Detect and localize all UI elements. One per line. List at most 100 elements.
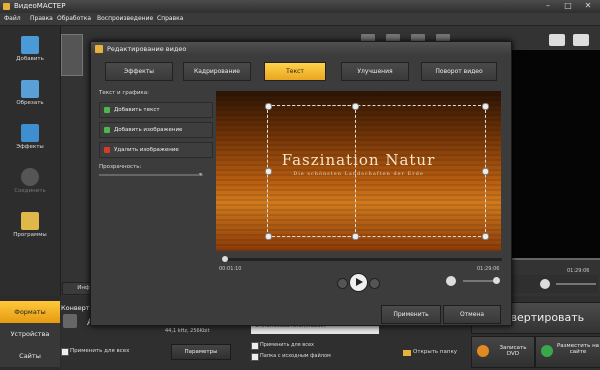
trim-button[interactable]: Обрезать <box>6 76 54 120</box>
cancel-button[interactable]: Отмена <box>443 305 501 324</box>
menu-file[interactable]: Файл <box>4 15 21 22</box>
folder-icon <box>403 350 411 356</box>
transparency-slider[interactable] <box>99 174 203 176</box>
apply-all-checkbox-2[interactable] <box>251 342 259 350</box>
camera-icon[interactable] <box>549 34 565 46</box>
parameters-button[interactable]: Параметры <box>171 344 231 360</box>
resize-handle[interactable] <box>352 103 359 110</box>
timeline-slider[interactable] <box>222 256 502 262</box>
programs-label: Программы <box>13 232 47 238</box>
transparency-label: Прозрачность: <box>99 164 142 170</box>
add-image-label: Добавить изображение <box>114 127 183 133</box>
parameters-label: Параметры <box>184 349 218 355</box>
tab-enhancements[interactable]: Улучшения <box>341 62 409 81</box>
add-image-icon <box>104 127 110 133</box>
apply-all-checkbox[interactable] <box>61 348 69 356</box>
menu-processing[interactable]: Обработка <box>57 15 91 22</box>
play-button[interactable] <box>349 273 368 292</box>
prev-frame-button[interactable] <box>337 278 348 289</box>
timeline-handle[interactable] <box>222 256 228 262</box>
menu-bar: Файл Правка Обработка Воспроизведение Сп… <box>0 13 600 26</box>
tab-effects[interactable]: Эффекты <box>105 62 173 81</box>
apply-all-label-2: Применить для всех <box>260 342 314 348</box>
nav-devices[interactable]: Устройства <box>0 323 60 345</box>
tab-effects-label: Эффекты <box>124 68 154 75</box>
remove-image-button[interactable]: Удалить изображение <box>99 142 213 158</box>
current-time: 00:01:10 <box>219 266 242 272</box>
edit-video-dialog: Редактирование видео Эффекты Кадрировани… <box>90 41 512 326</box>
burn-dvd-button[interactable]: Записать DVD <box>471 336 535 368</box>
file-thumbnail[interactable] <box>61 34 83 76</box>
video-preview[interactable]: Faszination Natur Die schönsten Landscha… <box>216 91 501 251</box>
window-title: ВидеоМАСТЕР <box>14 2 66 10</box>
effects-label: Эффекты <box>16 144 44 150</box>
remove-image-icon <box>104 147 110 153</box>
cancel-label: Отмена <box>459 311 485 318</box>
nav-formats[interactable]: Форматы <box>0 301 60 323</box>
section-label: Текст и графика: <box>99 90 149 96</box>
globe-icon <box>541 345 553 357</box>
trim-label: Обрезать <box>16 100 44 106</box>
resize-handle[interactable] <box>482 233 489 240</box>
maximize-button[interactable]: □ <box>558 1 578 11</box>
tab-crop-label: Кадрирование <box>194 68 240 75</box>
play-icon <box>356 278 363 286</box>
resize-handle[interactable] <box>265 103 272 110</box>
tab-text[interactable]: Текст <box>264 62 326 81</box>
tab-rotate[interactable]: Поворот видео <box>421 62 497 81</box>
tab-enhancements-label: Улучшения <box>357 68 393 75</box>
add-text-label: Добавить текст <box>114 107 160 113</box>
effects-button[interactable]: Эффекты <box>6 120 54 164</box>
app-icon <box>3 3 10 10</box>
source-folder-checkbox[interactable] <box>251 353 259 361</box>
apply-label: Применить <box>393 311 429 318</box>
fullscreen-icon[interactable] <box>573 34 589 46</box>
apply-all-label: Применить для всех <box>70 348 130 354</box>
dialog-icon <box>95 45 103 53</box>
preview-controls <box>510 275 598 293</box>
add-image-button[interactable]: Добавить изображение <box>99 122 213 138</box>
minimize-button[interactable]: – <box>538 1 558 11</box>
resize-handle[interactable] <box>482 103 489 110</box>
open-folder-link[interactable]: Открыть папку <box>413 349 457 355</box>
volume-icon[interactable] <box>446 276 456 286</box>
nav-sites[interactable]: Сайты <box>0 345 60 367</box>
apply-button[interactable]: Применить <box>381 305 441 324</box>
join-icon <box>21 168 39 186</box>
join-button[interactable]: Соединить <box>6 164 54 208</box>
upload-button[interactable]: Разместить на сайте <box>535 336 600 368</box>
format-icon <box>63 314 77 328</box>
scissors-icon <box>21 80 39 98</box>
programs-icon <box>21 212 39 230</box>
volume-handle[interactable] <box>493 277 500 284</box>
resize-handle[interactable] <box>265 168 272 175</box>
resize-handle[interactable] <box>352 233 359 240</box>
image-selection-box[interactable] <box>267 105 356 237</box>
tab-crop[interactable]: Кадрирование <box>183 62 251 81</box>
dialog-title: Редактирование видео <box>107 45 187 53</box>
volume-slider[interactable] <box>556 283 596 285</box>
preview-total-time: 01:29:06 <box>567 268 590 274</box>
resize-handle[interactable] <box>265 233 272 240</box>
menu-edit[interactable]: Правка <box>30 15 53 22</box>
volume-icon[interactable] <box>540 279 550 289</box>
remove-image-label: Удалить изображение <box>114 147 179 153</box>
programs-button[interactable]: Программы <box>6 208 54 252</box>
resize-handle[interactable] <box>482 168 489 175</box>
effects-icon <box>21 124 39 142</box>
menu-help[interactable]: Справка <box>157 15 183 22</box>
slider-handle-icon[interactable]: ▾ <box>199 171 202 178</box>
menu-playback[interactable]: Воспроизведение <box>97 15 153 22</box>
next-frame-button[interactable] <box>369 278 380 289</box>
burn-dvd-label: Записать DVD <box>499 345 527 357</box>
add-text-button[interactable]: Добавить текст <box>99 102 213 118</box>
add-button[interactable]: Добавить <box>6 32 54 76</box>
dialog-volume-slider[interactable] <box>463 277 500 284</box>
source-folder-label: Папка с исходным файлом <box>260 353 331 359</box>
convert-section-label: Конверт <box>61 304 90 312</box>
left-toolbar: Добавить Обрезать Эффекты Соединить Прог… <box>0 26 61 296</box>
tab-rotate-label: Поворот видео <box>435 68 483 75</box>
total-time: 01:29:06 <box>477 266 500 272</box>
close-button[interactable]: ✕ <box>578 1 598 11</box>
add-label: Добавить <box>16 56 44 62</box>
